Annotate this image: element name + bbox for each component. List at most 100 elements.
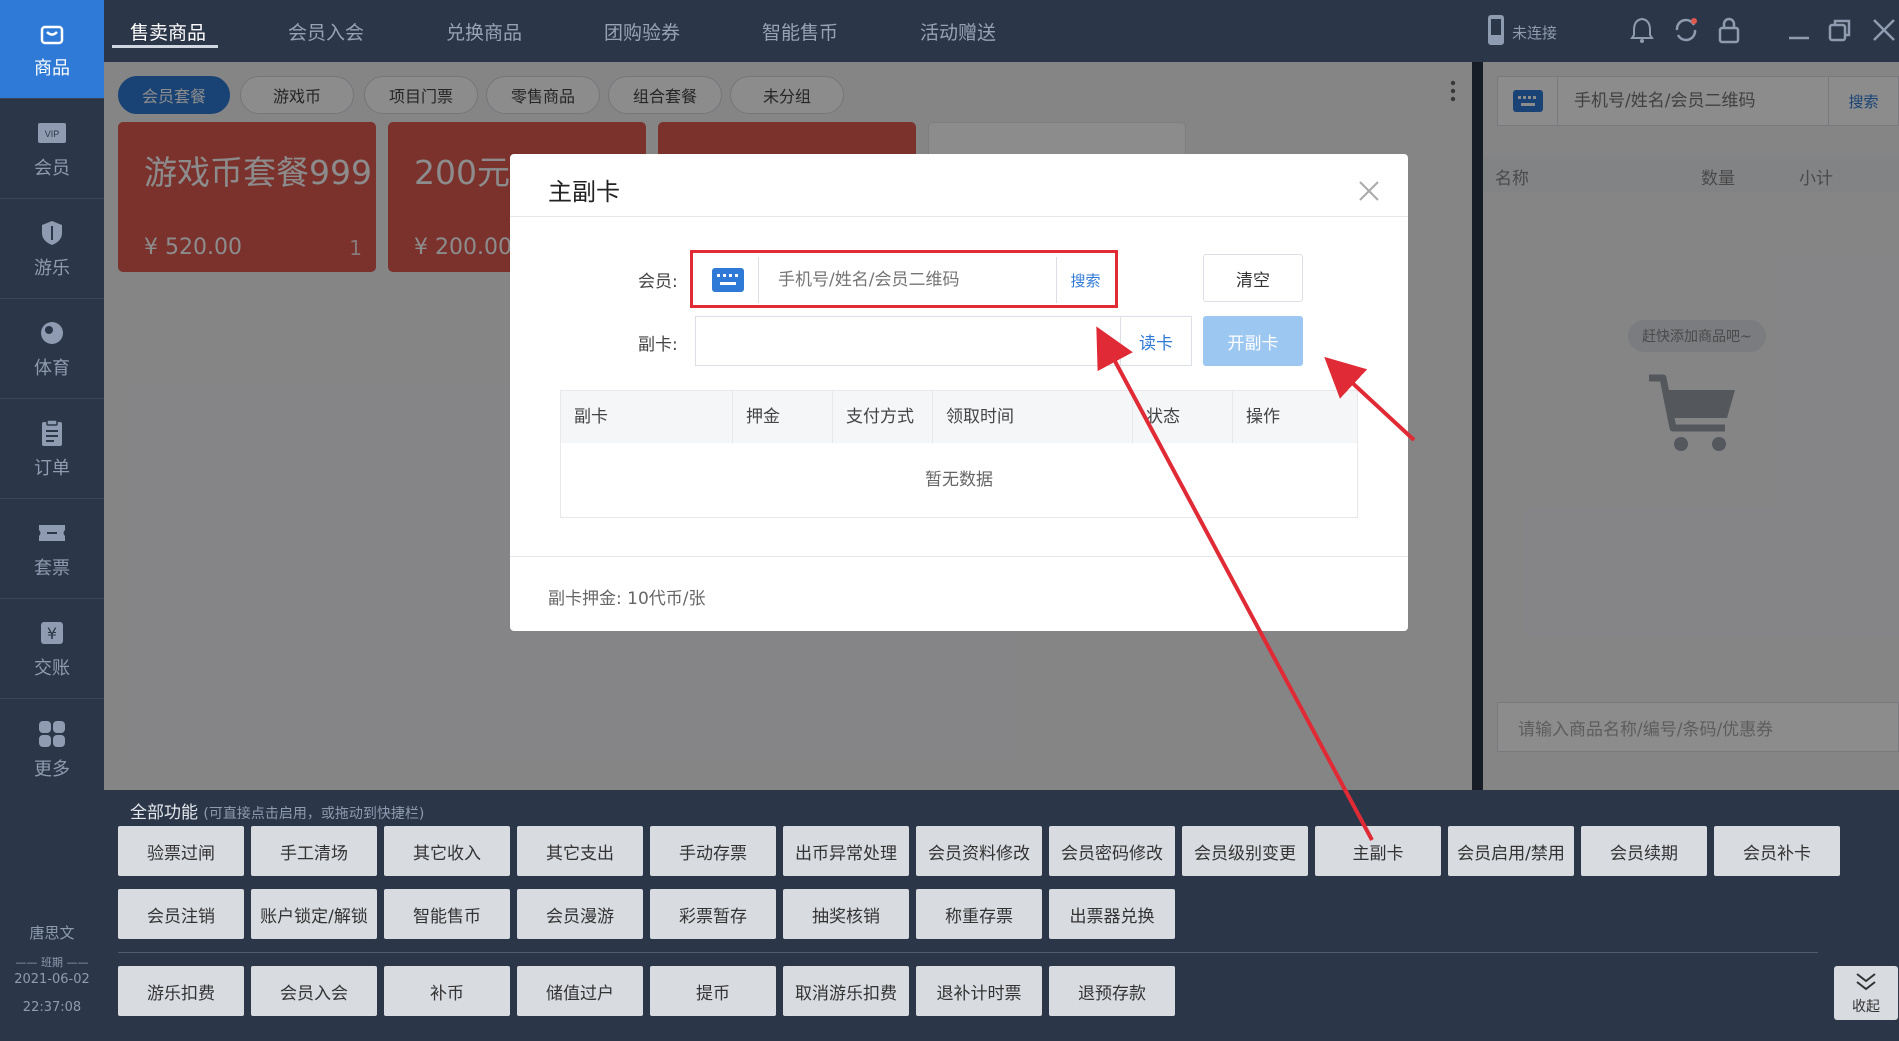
sidebar-item-label: 交账 — [34, 658, 70, 679]
active-tab-underline — [112, 45, 218, 48]
tab-event-gift[interactable]: 活动赠送 — [920, 18, 996, 45]
main-sub-card-dialog: 主副卡 会员: 搜索 清空 副卡: 读卡 开副卡 副卡 押金 支付方式 领取时间… — [510, 154, 1408, 631]
tab-smart-coin-sale[interactable]: 智能售币 — [762, 18, 838, 45]
yen-icon: ¥ — [37, 618, 67, 648]
sidebar-item-label: 商品 — [34, 58, 70, 79]
clipboard-icon — [37, 418, 67, 448]
func-weigh-ticket-deposit[interactable]: 称重存票 — [916, 889, 1042, 939]
member-search-input[interactable] — [760, 257, 1056, 303]
func-member-level-change[interactable]: 会员级别变更 — [1182, 826, 1308, 876]
sidebar-item-handover[interactable]: ¥ 交账 — [0, 600, 104, 699]
device-icon — [1486, 14, 1506, 50]
svg-text:VIP: VIP — [45, 129, 60, 139]
function-title-hint: (可直接点击启用，或拖动到快捷栏) — [203, 806, 425, 822]
collapse-label: 收起 — [1852, 999, 1880, 1015]
quick-amusement-charge[interactable]: 游乐扣费 — [118, 966, 244, 1016]
close-icon[interactable] — [1872, 18, 1896, 46]
func-coin-exception[interactable]: 出币异常处理 — [783, 826, 909, 876]
tab-exchange-goods[interactable]: 兑换商品 — [446, 18, 522, 45]
quick-cancel-amusement-charge[interactable]: 取消游乐扣费 — [783, 966, 909, 1016]
vip-card-icon: VIP — [37, 118, 67, 148]
shift-period-label: —— 班期 —— — [15, 956, 89, 969]
member-search-button[interactable]: 搜索 — [1056, 257, 1114, 303]
connection-status: 未连接 — [1512, 24, 1558, 42]
col-status: 状态 — [1133, 391, 1233, 443]
func-member-info-edit[interactable]: 会员资料修改 — [916, 826, 1042, 876]
sync-icon[interactable] — [1672, 16, 1700, 48]
grid-icon — [37, 719, 67, 749]
subcard-table: 副卡 押金 支付方式 领取时间 状态 操作 暂无数据 — [560, 390, 1358, 518]
clear-button[interactable]: 清空 — [1203, 254, 1303, 302]
top-tab-bar: 售卖商品 会员入会 兑换商品 团购验券 智能售币 活动赠送 未连接 — [104, 0, 1899, 62]
subcard-input[interactable] — [695, 316, 1123, 366]
shift-date: 2021-06-02 — [14, 972, 90, 987]
function-panel-title: 全部功能 (可直接点击启用，或拖动到快捷栏) — [130, 798, 424, 823]
quick-withdraw-coins[interactable]: 提币 — [650, 966, 776, 1016]
lock-icon[interactable] — [1718, 16, 1740, 48]
func-smart-coin-sale[interactable]: 智能售币 — [384, 889, 510, 939]
col-actions: 操作 — [1246, 407, 1280, 427]
dialog-title: 主副卡 — [548, 178, 620, 206]
func-lottery-temp-store[interactable]: 彩票暂存 — [650, 889, 776, 939]
func-ticket-gate[interactable]: 验票过闸 — [118, 826, 244, 876]
sidebar-item-sports[interactable]: 体育 — [0, 300, 104, 399]
tab-sell-goods[interactable]: 售卖商品 — [130, 18, 206, 45]
open-subcard-button[interactable]: 开副卡 — [1203, 316, 1303, 366]
sidebar-item-member[interactable]: VIP 会员 — [0, 100, 104, 199]
shift-time: 22:37:08 — [22, 1000, 82, 1015]
func-other-income[interactable]: 其它收入 — [384, 826, 510, 876]
tab-member-join[interactable]: 会员入会 — [288, 18, 364, 45]
chevron-down-icon — [1855, 972, 1877, 996]
func-main-sub-card[interactable]: 主副卡 — [1315, 826, 1441, 876]
shopping-bag-icon — [37, 18, 67, 48]
func-manual-clear[interactable]: 手工清场 — [251, 826, 377, 876]
member-label: 会员: — [638, 272, 678, 292]
ticket-icon — [37, 518, 67, 548]
sidebar-item-label: 会员 — [34, 158, 70, 179]
tab-group-voucher[interactable]: 团购验券 — [604, 18, 680, 45]
func-prize-verify[interactable]: 抽奖核销 — [783, 889, 909, 939]
operator-name: 唐思文 — [29, 924, 75, 942]
collapse-button[interactable]: 收起 — [1834, 966, 1898, 1020]
dialog-footer-divider — [510, 556, 1408, 557]
func-member-password-edit[interactable]: 会员密码修改 — [1049, 826, 1175, 876]
func-manual-ticket-deposit[interactable]: 手动存票 — [650, 826, 776, 876]
left-sidebar: 商品 VIP 会员 游乐 体育 订单 套票 ¥ 交账 更多 唐思文 —— 班期 … — [0, 0, 104, 1041]
quick-member-join[interactable]: 会员入会 — [251, 966, 377, 1016]
quick-balance-transfer[interactable]: 储值过户 — [517, 966, 643, 1016]
col-payment-method: 支付方式 — [833, 391, 933, 443]
close-icon[interactable] — [1358, 180, 1380, 202]
billiard-ball-icon — [37, 318, 67, 348]
keyboard-icon[interactable] — [697, 257, 759, 303]
read-card-button[interactable]: 读卡 — [1120, 316, 1192, 366]
subcard-deposit-note: 副卡押金: 10代币/张 — [548, 589, 706, 609]
sidebar-item-goods[interactable]: 商品 — [0, 0, 104, 99]
member-search-group: 搜索 — [690, 250, 1118, 308]
bell-icon[interactable] — [1630, 16, 1654, 48]
func-member-renew[interactable]: 会员续期 — [1581, 826, 1707, 876]
func-account-lock[interactable]: 账户锁定/解锁 — [251, 889, 377, 939]
sidebar-item-more[interactable]: 更多 — [0, 700, 104, 799]
func-member-reissue-card[interactable]: 会员补卡 — [1714, 826, 1840, 876]
quick-refund-deposit[interactable]: 退预存款 — [1049, 966, 1175, 1016]
col-receive-time: 领取时间 — [933, 391, 1133, 443]
sidebar-item-amusement[interactable]: 游乐 — [0, 200, 104, 299]
sidebar-item-orders[interactable]: 订单 — [0, 400, 104, 499]
func-member-roaming[interactable]: 会员漫游 — [517, 889, 643, 939]
sidebar-item-label: 更多 — [34, 758, 70, 780]
subcard-label: 副卡: — [638, 335, 678, 355]
func-member-cancel[interactable]: 会员注销 — [118, 889, 244, 939]
sidebar-item-label: 套票 — [34, 558, 70, 579]
func-member-enable-disable[interactable]: 会员启用/禁用 — [1448, 826, 1574, 876]
col-subcard: 副卡 — [561, 391, 733, 443]
minimize-icon[interactable] — [1788, 26, 1810, 45]
col-deposit: 押金 — [733, 391, 833, 443]
subcard-table-header: 副卡 押金 支付方式 领取时间 状态 操作 — [561, 391, 1357, 443]
quick-refund-timed-ticket[interactable]: 退补计时票 — [916, 966, 1042, 1016]
sidebar-item-ticket-package[interactable]: 套票 — [0, 500, 104, 599]
quick-add-coins[interactable]: 补币 — [384, 966, 510, 1016]
sidebar-item-label: 体育 — [34, 358, 70, 379]
restore-icon[interactable] — [1828, 18, 1852, 46]
func-other-expense[interactable]: 其它支出 — [517, 826, 643, 876]
func-ticket-dispenser-exchange[interactable]: 出票器兑换 — [1049, 889, 1175, 939]
